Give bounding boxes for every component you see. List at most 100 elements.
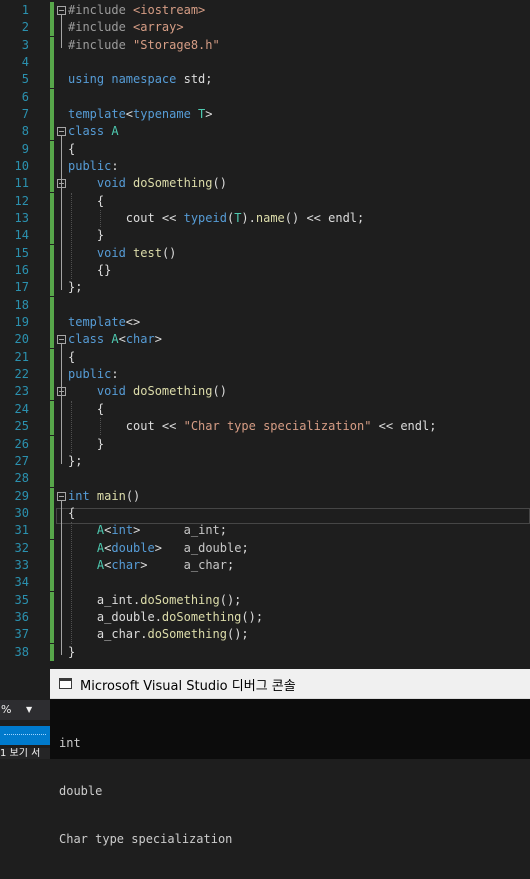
console-output-line: Char type specialization: [59, 832, 233, 846]
code-line[interactable]: 34: [0, 574, 530, 592]
changed-line-marker: [50, 383, 54, 401]
code-line[interactable]: 32 A<double> a_double;: [0, 539, 530, 557]
code-line[interactable]: 37 a_char.doSomething();: [0, 626, 530, 644]
code-line[interactable]: 7 template<typename T>: [0, 106, 530, 124]
code-line[interactable]: 15 void test(): [0, 244, 530, 262]
code-token: "Storage8.h": [133, 37, 220, 52]
code-token: class: [68, 124, 112, 139]
indent-guide: [71, 522, 72, 644]
code-line[interactable]: 6: [0, 88, 530, 106]
code-text: A<char> a_char;: [68, 557, 234, 574]
code-token: void: [96, 384, 134, 399]
code-text: template<typename T>: [68, 106, 213, 123]
code-line[interactable]: 21 {: [0, 348, 530, 366]
code-line[interactable]: 3 #include "Storage8.h": [0, 36, 530, 54]
code-text: cout << "Char type specialization" << en…: [68, 418, 437, 435]
code-line[interactable]: 1 #include <iostream>: [0, 2, 530, 19]
code-line[interactable]: 23 void doSomething(): [0, 383, 530, 401]
line-number: 16: [14, 263, 29, 278]
collapse-icon[interactable]: [57, 335, 66, 345]
changed-line-marker: [50, 608, 54, 626]
code-token: (): [212, 384, 227, 399]
code-line[interactable]: 31 A<int> a_int;: [0, 522, 530, 540]
code-line[interactable]: 9{: [0, 140, 530, 158]
code-token: >: [133, 523, 184, 538]
code-token: };: [68, 280, 83, 295]
code-token: >: [154, 332, 162, 347]
code-line[interactable]: 10 public:: [0, 158, 530, 176]
code-line[interactable]: 35 a_int.doSomething();: [0, 591, 530, 609]
code-token: std;: [183, 72, 213, 87]
code-token: char: [111, 557, 141, 572]
collapse-icon[interactable]: [57, 127, 66, 137]
chevron-down-icon: ▼: [26, 705, 33, 714]
code-token: >: [154, 540, 184, 555]
code-line[interactable]: 26 }: [0, 435, 530, 453]
code-line[interactable]: 28: [0, 470, 530, 488]
code-editor[interactable]: 1 #include <iostream> 2 #include <array> 3 #i…: [0, 0, 530, 667]
code-line[interactable]: 8 class A: [0, 123, 530, 141]
code-token: doSomething: [140, 592, 220, 607]
code-token: a_int: [183, 523, 220, 538]
code-text: }: [68, 436, 104, 453]
code-line[interactable]: 12 {: [0, 192, 530, 210]
code-line[interactable]: 30 {: [0, 504, 530, 522]
code-line[interactable]: 19 template<>: [0, 314, 530, 332]
code-token: doSomething: [147, 627, 227, 642]
collapse-icon[interactable]: [57, 491, 66, 501]
changed-line-marker: [50, 400, 54, 418]
code-text: public:: [68, 158, 119, 175]
code-line[interactable]: 13 cout << typeid(T).name() << endl;: [0, 210, 530, 228]
console-window-icon: [59, 678, 72, 689]
changed-line-marker: [50, 366, 54, 384]
panel-tab-fragment[interactable]: 1 보기 서: [0, 748, 50, 759]
code-line[interactable]: 20 class A<char>: [0, 331, 530, 349]
code-token: typeid: [183, 211, 227, 226]
code-line[interactable]: 38}: [0, 643, 530, 661]
code-token: <array>: [133, 20, 184, 35]
code-line[interactable]: 33 A<char> a_char;: [0, 556, 530, 574]
changed-line-marker: [50, 54, 54, 72]
code-text: void test(): [68, 245, 176, 262]
code-line[interactable]: 18: [0, 296, 530, 314]
collapse-icon[interactable]: [57, 6, 66, 15]
code-token: >: [140, 557, 184, 572]
line-number: 3: [21, 37, 29, 52]
code-line[interactable]: 11 void doSomething(): [0, 175, 530, 193]
debug-console-window[interactable]: Microsoft Visual Studio 디버그 콘솔 int doubl…: [50, 669, 530, 846]
code-text: class A<char>: [68, 331, 162, 348]
console-title: Microsoft Visual Studio 디버그 콘솔: [80, 679, 296, 694]
console-title-bar[interactable]: Microsoft Visual Studio 디버그 콘솔: [50, 669, 530, 699]
code-line[interactable]: 36 a_double.doSomething();: [0, 608, 530, 626]
code-text: #include <iostream>: [68, 2, 205, 19]
code-line[interactable]: 17};: [0, 279, 530, 297]
code-token: << endl;: [371, 419, 437, 434]
code-line[interactable]: 14 }: [0, 227, 530, 245]
code-token: template: [68, 107, 126, 122]
code-line[interactable]: 24 {: [0, 400, 530, 418]
code-token: main: [96, 488, 126, 503]
changed-line-marker: [50, 106, 54, 124]
code-line[interactable]: 5 using namespace std;: [0, 71, 530, 89]
code-token: };: [68, 453, 83, 468]
line-number: 26: [14, 436, 29, 451]
code-line[interactable]: 27};: [0, 452, 530, 470]
code-line[interactable]: 2 #include <array>: [0, 19, 530, 37]
changed-line-marker: [50, 574, 54, 592]
changed-line-marker: [50, 262, 54, 280]
code-line[interactable]: 25 cout << "Char type specialization" <<…: [0, 418, 530, 436]
changed-line-marker: [50, 418, 54, 436]
changed-line-marker: [50, 522, 54, 540]
code-line[interactable]: 16 {}: [0, 262, 530, 280]
code-line[interactable]: 29 int main(): [0, 487, 530, 505]
code-line[interactable]: 22 public:: [0, 366, 530, 384]
zoom-dropdown[interactable]: % ▼: [0, 700, 50, 720]
console-output-line: int: [59, 736, 81, 750]
code-token: ();: [241, 609, 264, 624]
indent-guide: [71, 192, 72, 280]
code-token: cout <<: [68, 211, 184, 226]
code-line[interactable]: 4: [0, 54, 530, 72]
code-token: (): [212, 176, 227, 191]
line-number: 11: [14, 176, 29, 191]
fold-region-line: [61, 188, 62, 239]
